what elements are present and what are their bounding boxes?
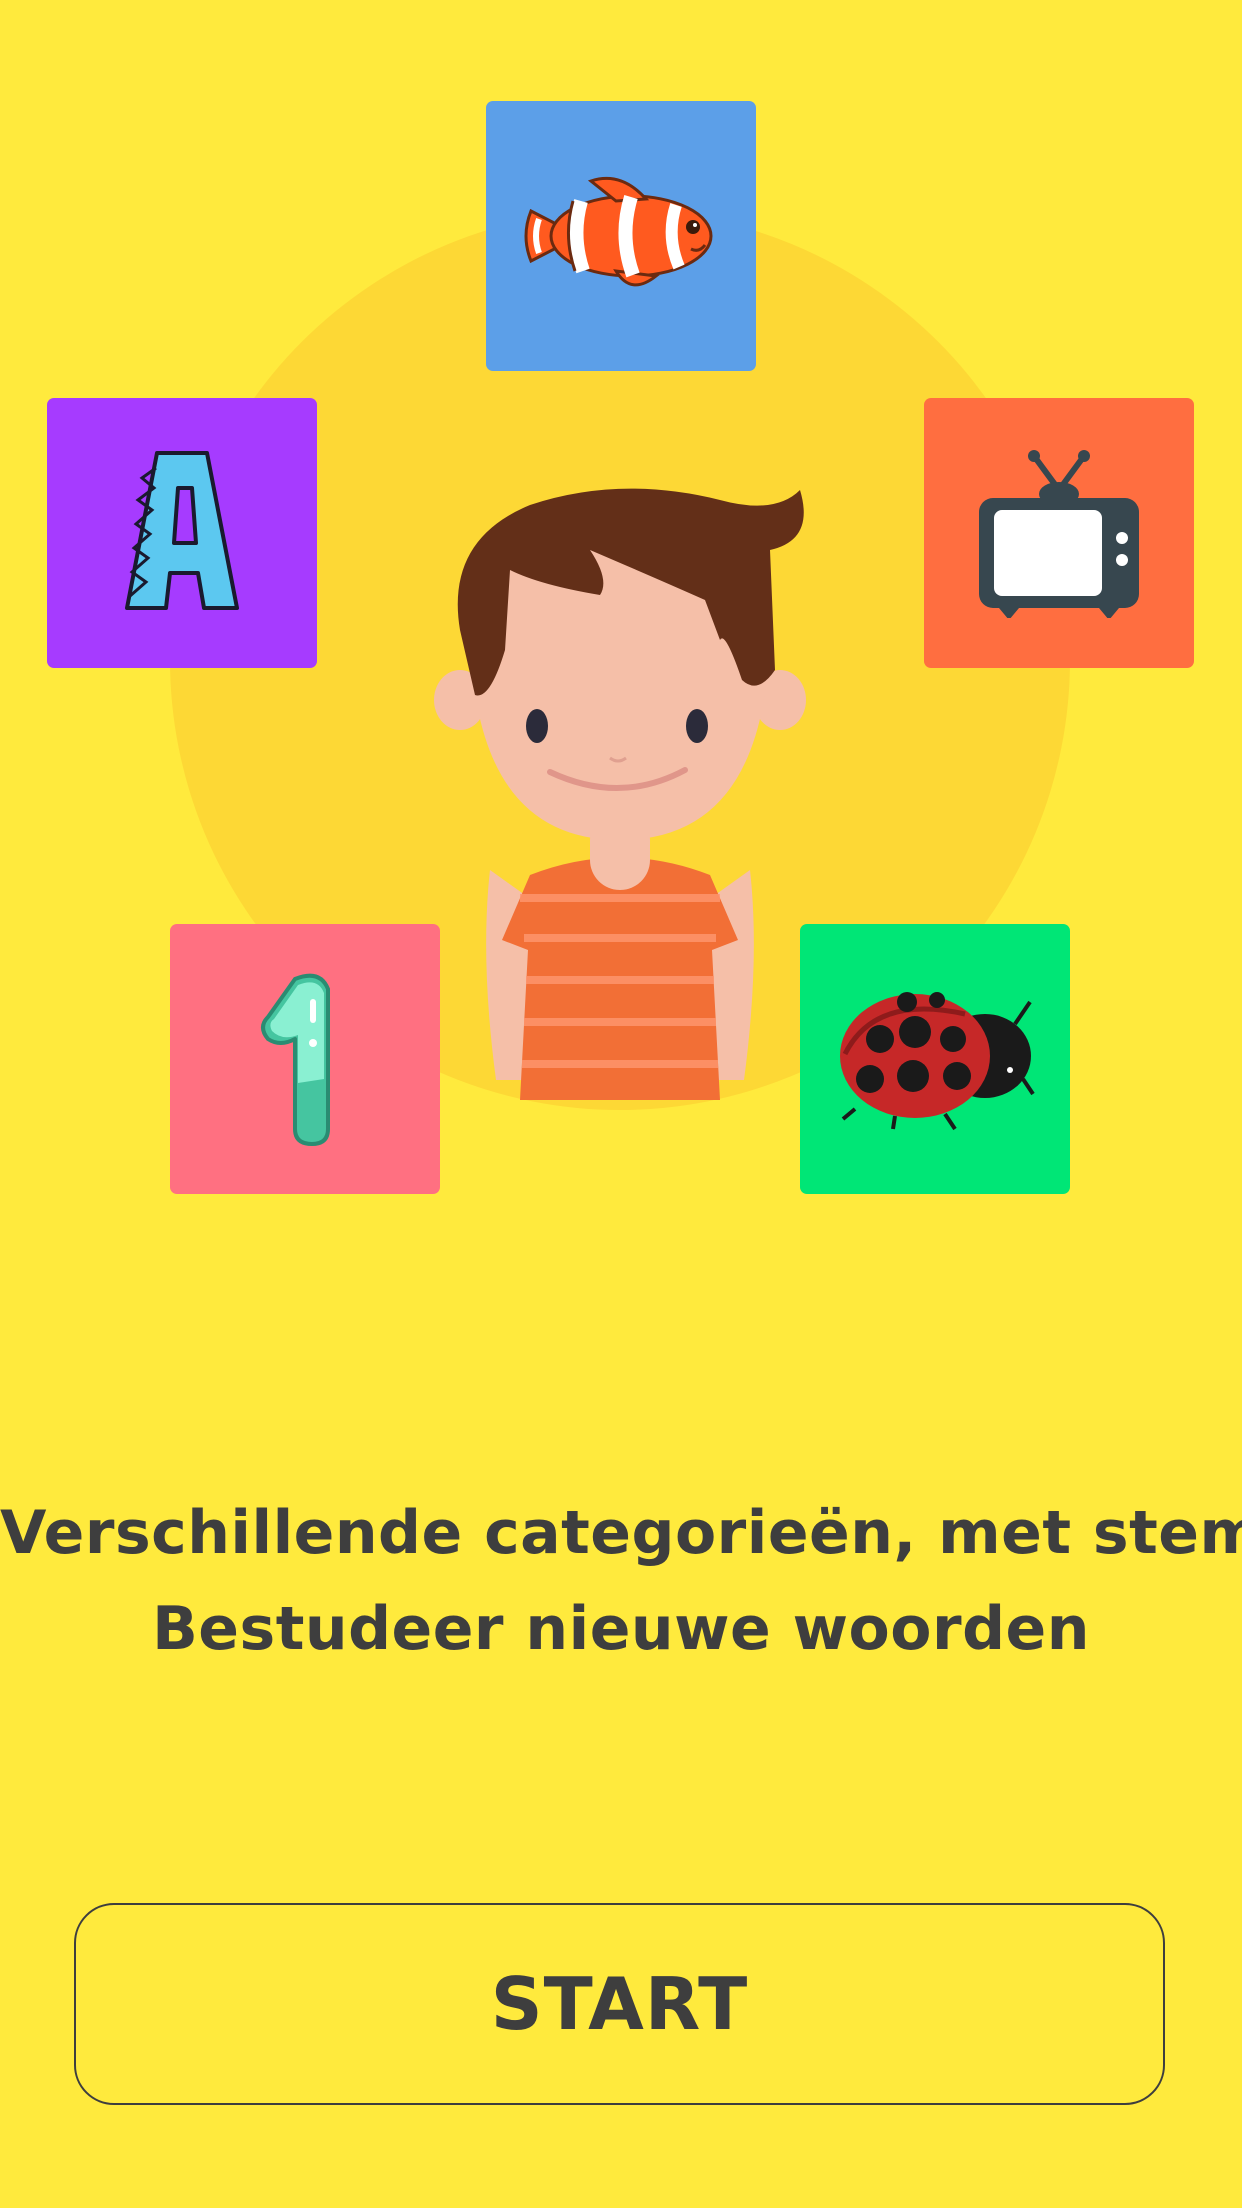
ladybug-icon (840, 992, 1035, 1131)
clownfish-icon (524, 176, 713, 287)
category-tile-objects[interactable] (924, 398, 1194, 668)
category-tile-letters[interactable] (47, 398, 317, 668)
category-tile-insects[interactable] (800, 924, 1070, 1194)
tagline: Verschillende categorieën, met stem Best… (0, 1485, 1242, 1677)
start-button[interactable]: START (74, 1903, 1165, 2105)
number-one-icon (261, 973, 330, 1146)
onboarding-screen: Verschillende categorieën, met stem Best… (0, 0, 1242, 2208)
tagline-line-1: Verschillende categorieën, met stem (0, 1498, 1242, 1568)
television-icon (979, 450, 1139, 618)
boy-mascot-illustration (434, 488, 806, 1100)
letter-a-icon (125, 451, 239, 610)
category-tile-numbers[interactable] (170, 924, 440, 1194)
category-tile-animals[interactable] (486, 101, 756, 371)
tagline-line-2: Bestudeer nieuwe woorden (152, 1594, 1090, 1664)
